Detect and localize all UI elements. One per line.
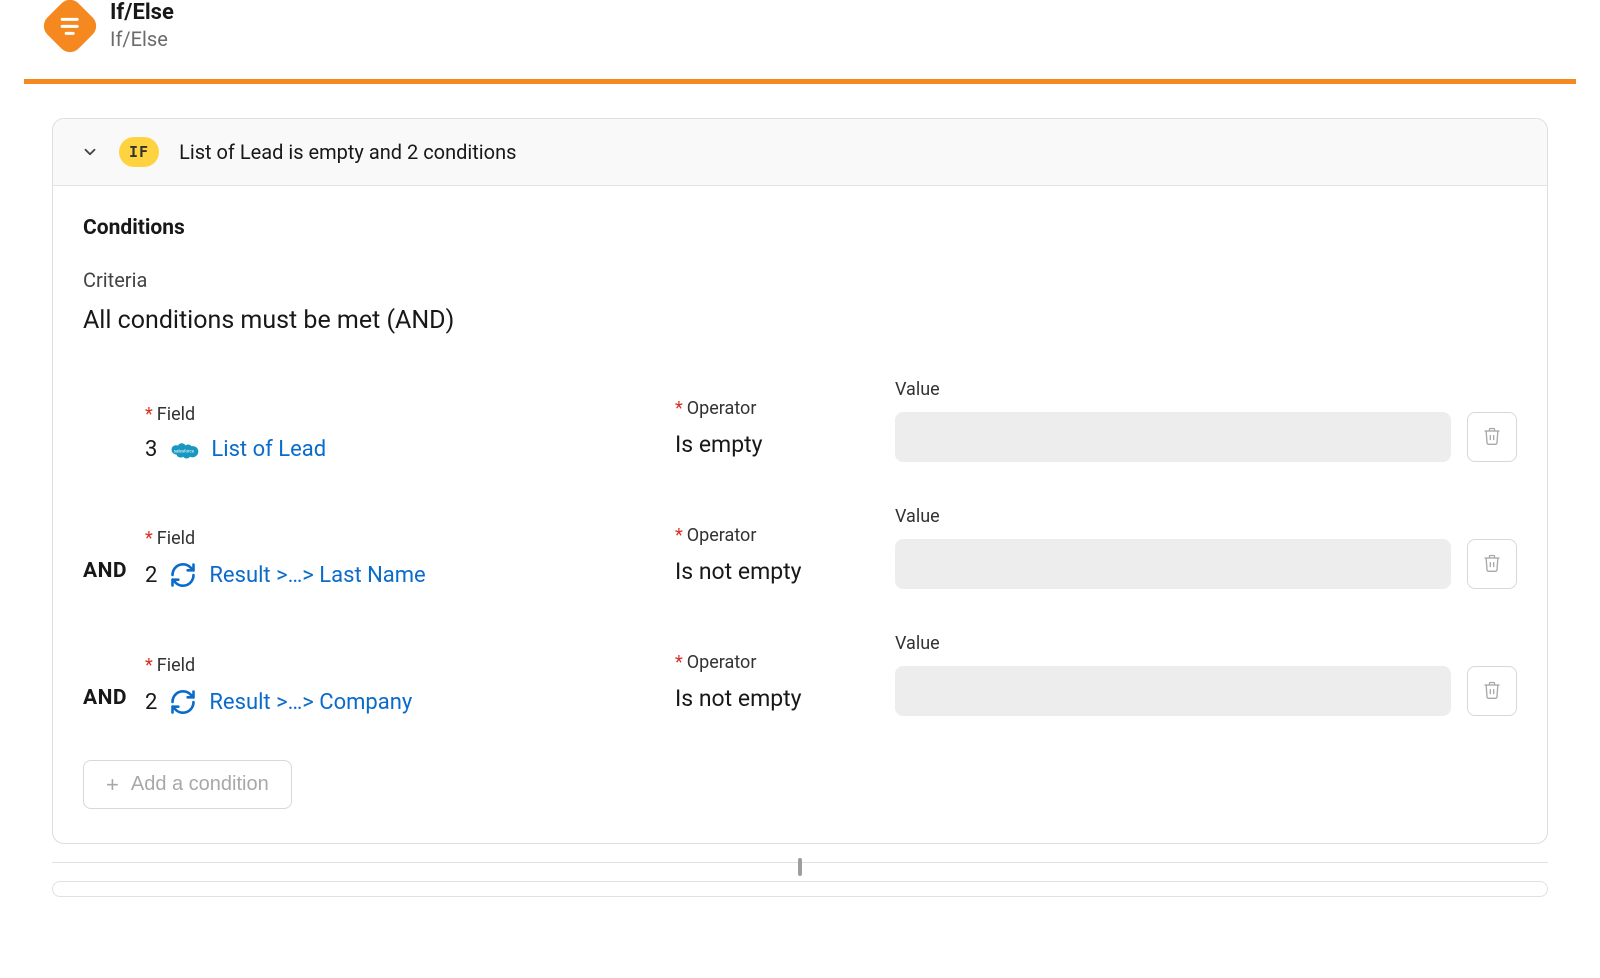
delete-condition-button[interactable] (1467, 539, 1517, 589)
operator-value[interactable]: Is not empty (675, 685, 895, 716)
salesforce-icon: salesforce (169, 439, 199, 461)
criteria-value[interactable]: All conditions must be met (AND) (83, 306, 1517, 335)
source-step-number: 3 (145, 437, 157, 462)
loop-icon (169, 688, 197, 716)
operator-value[interactable]: Is not empty (675, 558, 895, 589)
condition-logic: AND (83, 559, 145, 589)
value-label: Value (895, 633, 1451, 654)
operator-label: *Operator (675, 525, 895, 546)
field-label: *Field (145, 404, 675, 425)
trash-icon (1482, 553, 1502, 576)
if-badge: IF (119, 137, 159, 167)
collapsed-branch-row[interactable] (52, 881, 1548, 897)
add-condition-button[interactable]: + Add a condition (83, 760, 292, 809)
value-label: Value (895, 506, 1451, 527)
value-label: Value (895, 379, 1451, 400)
field-link[interactable]: Result >…> Company (209, 690, 412, 715)
condition-row: AND *Field 2 Result >…> Company *Operato… (83, 633, 1517, 716)
condition-logic: AND (83, 686, 145, 716)
delete-condition-button[interactable] (1467, 412, 1517, 462)
source-step-number: 2 (145, 563, 157, 588)
resize-divider[interactable] (52, 862, 1548, 863)
condition-row: AND *Field 2 Result >…> Last Name *Opera… (83, 506, 1517, 589)
branch-body: Conditions Criteria All conditions must … (53, 186, 1547, 843)
add-condition-label: Add a condition (131, 773, 269, 796)
operator-label: *Operator (675, 652, 895, 673)
value-input[interactable] (895, 539, 1451, 589)
field-link[interactable]: List of Lead (211, 437, 326, 462)
trash-icon (1482, 680, 1502, 703)
drag-handle-icon[interactable] (798, 858, 802, 876)
branch-header[interactable]: IF List of Lead is empty and 2 condition… (53, 119, 1547, 186)
if-else-step-editor: If/Else If/Else IF List of Lead is empty… (0, 0, 1600, 897)
accent-divider (24, 79, 1576, 84)
step-subtitle: If/Else (110, 27, 174, 51)
step-title: If/Else (110, 0, 174, 25)
branch-summary: List of Lead is empty and 2 conditions (179, 140, 516, 164)
source-step-number: 2 (145, 690, 157, 715)
field-label: *Field (145, 528, 675, 549)
if-else-icon (39, 0, 101, 57)
field-link[interactable]: Result >…> Last Name (209, 563, 425, 588)
field-label: *Field (145, 655, 675, 676)
criteria-label: Criteria (83, 268, 1517, 292)
trash-icon (1482, 426, 1502, 449)
svg-text:salesforce: salesforce (174, 448, 195, 453)
loop-icon (169, 561, 197, 589)
plus-icon: + (106, 774, 119, 796)
operator-value[interactable]: Is empty (675, 431, 895, 462)
delete-condition-button[interactable] (1467, 666, 1517, 716)
step-header: If/Else If/Else (24, 0, 1576, 79)
condition-logic (83, 456, 145, 462)
condition-row: *Field 3 salesforce List of Lead *Operat… (83, 379, 1517, 462)
chevron-down-icon[interactable] (81, 143, 99, 161)
conditions-heading: Conditions (83, 216, 1517, 240)
value-input[interactable] (895, 666, 1451, 716)
operator-label: *Operator (675, 398, 895, 419)
value-input[interactable] (895, 412, 1451, 462)
if-branch-panel: IF List of Lead is empty and 2 condition… (52, 118, 1548, 844)
